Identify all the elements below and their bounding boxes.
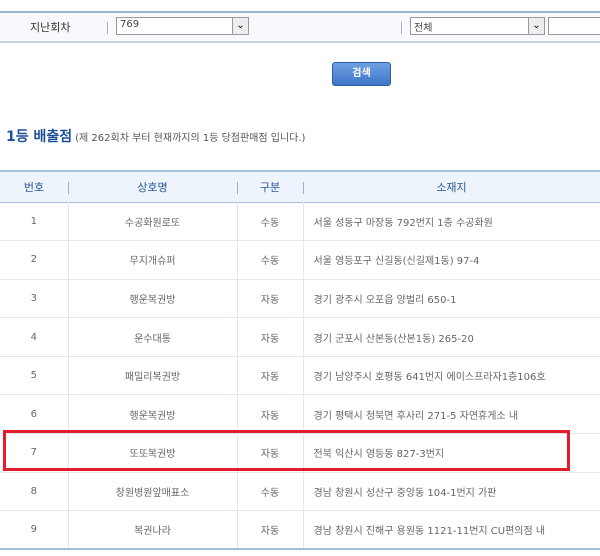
header-store: 상호명: [68, 171, 237, 202]
round-select[interactable]: 769 ⌄: [116, 17, 249, 35]
row-number: 8: [30, 485, 37, 497]
divider: [107, 22, 108, 34]
store-name: 수공화원로또: [67, 202, 237, 241]
store-address: 경기 광주시 오포읍 양벌리 650-1: [302, 279, 600, 318]
header-address: 소재지: [303, 171, 600, 202]
row-number: 6: [30, 408, 37, 420]
purchase-type: 자동: [236, 356, 303, 395]
purchase-type: 자동: [236, 317, 303, 357]
store-address: 경남 창원시 진해구 용원동 1121-11번지 CU편의점 내: [302, 510, 600, 550]
purchase-type: 수동: [236, 202, 303, 241]
chevron-down-icon: ⌄: [528, 18, 544, 34]
table-header: 번호 상호명 구분 소재지: [0, 171, 600, 202]
row-number: 1: [30, 215, 37, 227]
purchase-type: 수동: [236, 472, 303, 511]
winning-stores-table: 번호 상호명 구분 소재지 1 수공화원로또 수동 서울 성동구 마장동 792번지 …: [0, 170, 600, 550]
store-name: 운수대통: [67, 317, 237, 357]
table-row: 9 복권나라 자동 경남 창원시 진해구 용원동 1121-11번지 CU편의점 내: [0, 510, 600, 550]
row-number: 5: [30, 370, 37, 382]
header-type: 구분: [237, 171, 303, 202]
table-row: 2 무지개슈퍼 수동 서울 영등포구 신길동(신길제1동) 97-4: [0, 240, 600, 280]
store-address: 서울 영등포구 신길동(신길제1동) 97-4: [302, 240, 600, 280]
region-select[interactable]: 전체 ⌄: [410, 17, 545, 35]
divider: [401, 22, 402, 34]
table-row: 6 행운복권방 자동 경기 평택시 청북면 후사리 271-5 자연휴게소 내: [0, 394, 600, 434]
store-address: 경기 평택시 청북면 후사리 271-5 자연휴게소 내: [302, 394, 600, 434]
store-name: 패밀리복권방: [67, 356, 237, 395]
row-number: 3: [30, 292, 37, 304]
store-name: 무지개슈퍼: [67, 240, 237, 280]
store-name: 행운복권방: [67, 394, 237, 434]
table-row: 8 창원병원앞매표소 수동 경남 창원시 성산구 중앙동 104-1번지 가판: [0, 472, 600, 511]
row-number: 9: [30, 524, 37, 536]
table-row: 4 운수대통 자동 경기 군포시 산본동(산본1동) 265-20: [0, 317, 600, 357]
purchase-type: 자동: [236, 279, 303, 318]
store-address: 경남 창원시 성산구 중앙동 104-1번지 가판: [302, 472, 600, 511]
search-input[interactable]: [548, 17, 600, 35]
section-title: 1등 배출점 (제 262회차 부터 현재까지의 1등 당첨판매점 입니다.): [6, 129, 306, 145]
store-name: 행운복권방: [67, 279, 237, 318]
purchase-type: 자동: [236, 510, 303, 550]
table-row: 5 패밀리복권방 자동 경기 남양주시 호평동 641번지 에이스프라자1층106호: [0, 356, 600, 395]
filter-bar: 지난회차 769 ⌄ 전체 ⌄: [0, 11, 600, 43]
table-row: 3 행운복권방 자동 경기 광주시 오포읍 양벌리 650-1: [0, 279, 600, 318]
row-number: 2: [30, 254, 37, 266]
chevron-down-icon: ⌄: [232, 18, 248, 34]
section-note: (제 262회차 부터 현재까지의 1등 당첨판매점 입니다.): [75, 133, 306, 144]
store-address: 경기 군포시 산본동(산본1동) 265-20: [302, 317, 600, 357]
table-row: 1 수공화원로또 수동 서울 성동구 마장동 792번지 1층 수공화원: [0, 202, 600, 241]
header-number: 번호: [23, 180, 45, 194]
purchase-type: 자동: [236, 394, 303, 434]
row-number: 4: [30, 331, 37, 343]
highlight-box: [3, 430, 570, 471]
store-address: 서울 성동구 마장동 792번지 1층 수공화원: [302, 202, 600, 241]
store-address: 경기 남양주시 호평동 641번지 에이스프라자1층106호: [302, 356, 600, 395]
purchase-type: 수동: [236, 240, 303, 280]
store-name: 창원병원앞매표소: [67, 472, 237, 511]
search-button[interactable]: 검색: [332, 62, 391, 86]
round-label: 지난회차: [30, 21, 71, 34]
store-name: 복권나라: [67, 510, 237, 550]
